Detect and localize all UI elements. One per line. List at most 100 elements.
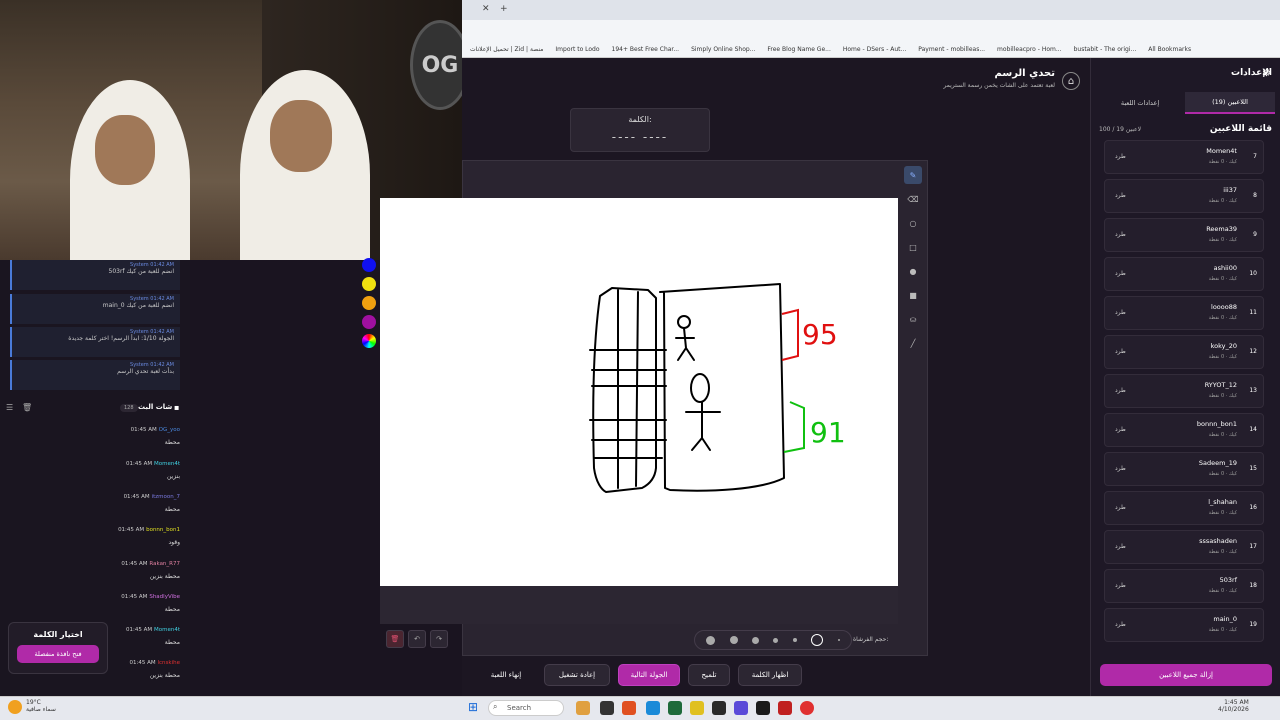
brush-size-option[interactable] (729, 636, 738, 644)
system-log-item: System 01:42 AM 503rf انضم للعبة من كيك (10, 260, 180, 290)
chat-message: 01:45 AM Rakan_R77 محطة بنزين (121, 561, 180, 580)
pencil-icon[interactable]: ✎ (904, 166, 922, 184)
taskbar-app-icon[interactable] (622, 701, 636, 715)
kick-button[interactable]: طرد (1115, 426, 1126, 433)
redo-icon[interactable]: ↷ (430, 630, 448, 648)
brush-size-option[interactable] (773, 637, 779, 643)
tab-players[interactable]: اللاعبين (19) (1185, 92, 1275, 114)
kick-button[interactable]: طرد (1115, 543, 1126, 550)
bookmark-item[interactable]: Simply Online Shop... (691, 46, 755, 53)
line-tool-icon[interactable]: ╱ (904, 334, 922, 352)
drawing-label-top: 95 (802, 318, 838, 351)
color-swatch-purple[interactable] (362, 315, 376, 329)
undo-icon[interactable]: ↶ (408, 630, 426, 648)
brush-size-selector (694, 630, 852, 650)
og-logo: OG (410, 20, 462, 110)
bookmark-item[interactable]: Free Blog Name Ge... (767, 46, 830, 53)
close-icon[interactable]: ✕ (482, 4, 490, 14)
taskbar-app-icon[interactable] (778, 701, 792, 715)
kick-button[interactable]: طرد (1115, 621, 1126, 628)
drawing-canvas[interactable]: 95 91 (380, 198, 898, 586)
word-mask: ---- ---- (611, 130, 669, 144)
clear-canvas-icon[interactable]: 🗑 (386, 630, 404, 648)
brush-size-option[interactable] (706, 635, 716, 645)
color-swatch-orange[interactable] (362, 296, 376, 310)
system-clock[interactable]: 1:45 AM 4/10/2026 (1218, 699, 1249, 713)
weather-widget[interactable]: 19°C سماء صافية (26, 699, 56, 713)
circle-tool-icon[interactable]: ○ (904, 214, 922, 232)
new-tab-button[interactable]: + (500, 4, 508, 14)
brush-size-option-selected[interactable] (811, 634, 824, 646)
chrome-icon[interactable] (800, 701, 814, 715)
open-popup-button[interactable]: فتح نافذة منفصلة (17, 645, 99, 663)
bookmark-item[interactable]: All Bookmarks (1148, 46, 1191, 53)
player-row: 11 loooo88 كيك · 0 نقطة طرد (1104, 296, 1264, 330)
taskbar-app-icon[interactable] (668, 701, 682, 715)
kick-button[interactable]: طرد (1115, 192, 1126, 199)
kick-button[interactable]: طرد (1115, 504, 1126, 511)
tab-game-settings[interactable]: إعدادات اللعبة (1095, 92, 1185, 114)
windows-start-icon[interactable]: ⊞ (468, 700, 478, 714)
bucket-icon[interactable]: ⛀ (904, 310, 922, 328)
color-swatch-blue[interactable] (362, 258, 376, 272)
bookmark-item[interactable]: 194+ Best Free Char... (612, 46, 680, 53)
edge-icon[interactable] (646, 701, 660, 715)
bookmark-item[interactable]: تحميل الإعلانات | Zid | منصة (470, 46, 543, 53)
chat-message: 01:45 AM ShadlyVibe محطة (121, 594, 180, 613)
taskbar-search[interactable]: Search (488, 700, 564, 716)
word-label: الكلمة: (628, 115, 652, 124)
address-bar[interactable] (462, 20, 1280, 42)
end-game-button[interactable]: إنهاء اللعبة (480, 664, 532, 686)
player-row: 10 ashii00 كيك · 0 نقطة طرد (1104, 257, 1264, 291)
fill-rect-icon[interactable]: ■ (904, 286, 922, 304)
color-picker-icon[interactable] (362, 334, 376, 348)
trash-icon[interactable]: 🗑 (22, 403, 32, 412)
chat-message: 01:45 AM bonnn_bon1 وقود (118, 527, 180, 546)
brush-size-option[interactable] (837, 639, 840, 641)
player-row: 17 sssashaden كيك · 0 نقطة طرد (1104, 530, 1264, 564)
edit-controls: 🗑 ↶ ↷ (386, 630, 456, 650)
rectangle-tool-icon[interactable]: □ (904, 238, 922, 256)
fill-circle-icon[interactable]: ● (904, 262, 922, 280)
player-row: 16 l_shahan كيك · 0 نقطة طرد (1104, 491, 1264, 525)
remove-all-players-button[interactable]: إزالة جميع اللاعبين (1100, 664, 1272, 686)
word-display: الكلمة: ---- ---- (570, 108, 710, 152)
kick-button[interactable]: طرد (1115, 348, 1126, 355)
taskbar (0, 696, 1280, 720)
bookmark-item[interactable]: bustabit - The origi... (1074, 46, 1137, 53)
players-list-title: قائمة اللاعبين (1209, 124, 1272, 134)
next-round-button[interactable]: الجولة التالية (618, 664, 680, 686)
bookmarks-bar: تحميل الإعلانات | Zid | منصة Import to L… (462, 42, 1280, 58)
kick-button[interactable]: طرد (1115, 309, 1126, 316)
kick-button[interactable]: طرد (1115, 465, 1126, 472)
eraser-icon[interactable]: ⌫ (904, 190, 922, 208)
page-subtitle: لعبة تعتمد على الشات يخمن رسمة الستريمر (943, 82, 1055, 89)
taskbar-app-icon[interactable] (600, 701, 614, 715)
bookmark-item[interactable]: mobilleacpro - Hom... (997, 46, 1062, 53)
folder-icon[interactable] (690, 701, 704, 715)
kick-button[interactable]: طرد (1115, 153, 1126, 160)
bookmark-item[interactable]: Payment - mobilleas... (918, 46, 985, 53)
kick-button[interactable]: طرد (1115, 270, 1126, 277)
home-icon[interactable]: ⌂ (1062, 72, 1080, 90)
restart-button[interactable]: إعادة تشغيل (544, 664, 610, 686)
word-choice-panel: اختيار الكلمة فتح نافذة منفصلة (8, 622, 108, 674)
kick-button[interactable]: طرد (1115, 231, 1126, 238)
obs-icon[interactable] (756, 701, 770, 715)
kick-button[interactable]: طرد (1115, 387, 1126, 394)
kick-button[interactable]: طرد (1115, 582, 1126, 589)
canvas-footer (380, 586, 898, 624)
player-row: 9 Reema39 كيك · 0 نقطة طرد (1104, 218, 1264, 252)
taskbar-app-icon[interactable] (712, 701, 726, 715)
brush-size-option[interactable] (752, 636, 760, 644)
weather-icon (8, 700, 22, 714)
reveal-word-button[interactable]: اظهار الكلمة (738, 664, 802, 686)
bookmark-item[interactable]: Import to Lodo (555, 46, 599, 53)
hint-button[interactable]: تلميح (688, 664, 730, 686)
discord-icon[interactable] (734, 701, 748, 715)
bookmark-item[interactable]: Home - DSers - Aut... (843, 46, 906, 53)
filter-icon[interactable]: ☰ (6, 403, 13, 412)
brush-size-option[interactable] (792, 638, 797, 642)
color-swatch-yellow[interactable] (362, 277, 376, 291)
taskbar-app-icon[interactable] (576, 701, 590, 715)
